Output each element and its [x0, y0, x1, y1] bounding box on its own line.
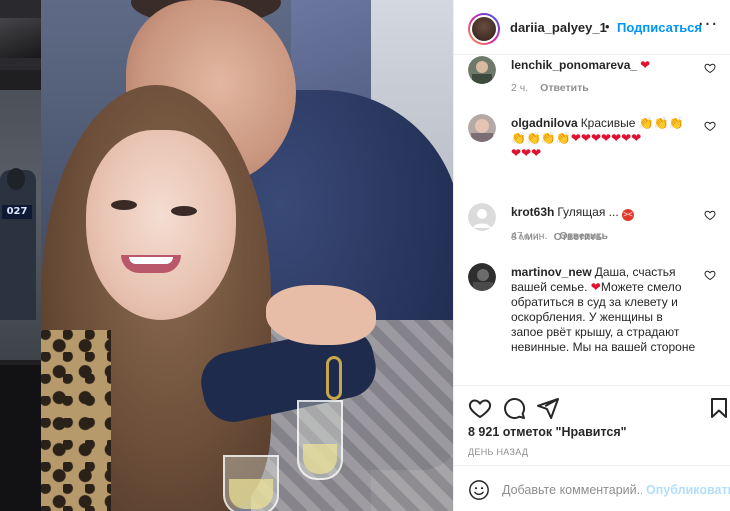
clap-emoji: 👏 — [525, 131, 541, 145]
comment-bubble-icon[interactable] — [502, 396, 526, 420]
clap-emoji: 👏 — [653, 116, 669, 130]
red-heart-emoji: ❤ — [601, 131, 612, 145]
post-header: dariia_palyey_1 • Подписаться ··· — [454, 0, 730, 55]
post-details-panel: dariia_palyey_1 • Подписаться ··· lenchi… — [453, 0, 730, 511]
comment-like-icon[interactable] — [704, 269, 716, 281]
photo-leopard-coat — [41, 330, 111, 511]
photo-woman-smile — [121, 255, 181, 273]
comment-input[interactable] — [502, 478, 642, 502]
commenter-avatar[interactable] — [468, 56, 496, 84]
red-heart-emoji: ❤ — [640, 58, 651, 72]
commenter-avatar[interactable] — [468, 203, 496, 231]
comment-username[interactable]: martinov_new — [511, 265, 592, 279]
comment-message: Красивые — [580, 116, 636, 130]
backdrop-bottom-image — [0, 365, 41, 511]
red-heart-emoji: ❤ — [611, 131, 622, 145]
comment-message: Гулящая ... — [557, 205, 619, 219]
post-actions: 8 921 отметок "Нравится" ДЕНЬ НАЗАД — [454, 385, 730, 465]
author-username[interactable]: dariia_palyey_1 — [510, 20, 607, 35]
reply-button[interactable]: Ответить — [540, 82, 589, 94]
comment-text: krot63h Гулящая ... >< — [511, 205, 701, 221]
follow-button[interactable]: Подписаться — [617, 20, 702, 35]
reply-button[interactable]: Ответить — [554, 231, 603, 243]
clap-emoji: 👏 — [555, 131, 571, 145]
comment-like-icon[interactable] — [704, 62, 716, 74]
smiley-icon[interactable] — [468, 479, 490, 501]
likes-count[interactable]: 8 921 отметок "Нравится" — [468, 425, 627, 439]
red-heart-emoji: ❤ — [590, 131, 601, 145]
comment-meta: 8 мин. Ответить — [511, 231, 614, 243]
comment-like-icon[interactable] — [704, 120, 716, 132]
comment-text: olgadnilova Красивые 👏👏👏 👏👏👏👏❤❤❤❤❤❤❤ ❤❤❤ — [511, 116, 701, 161]
clap-emoji: 👏 — [668, 116, 684, 130]
publish-button[interactable]: Опубликовать — [646, 483, 730, 497]
photo-woman-eye-left — [111, 200, 137, 210]
comment-text: lenchik_ponomareva_ ❤ — [511, 58, 701, 73]
comment-meta: 2 ч. Ответить — [511, 82, 601, 94]
comment-username[interactable]: krot63h — [511, 205, 554, 219]
photo-glass-back — [297, 400, 343, 480]
clap-emoji: 👏 — [511, 131, 526, 145]
post-photo[interactable] — [41, 0, 453, 511]
backdrop-person — [0, 170, 36, 320]
red-heart-emoji: ❤ — [521, 146, 532, 160]
red-heart-emoji: ❤ — [570, 131, 581, 145]
photo-glass-front — [223, 455, 279, 511]
paper-plane-icon[interactable] — [536, 396, 560, 420]
heart-outline-icon[interactable] — [468, 396, 492, 420]
comment-username[interactable]: olgadnilova — [511, 116, 578, 130]
comments-list[interactable]: lenchik_ponomareva_ ❤ 2 ч. Ответить olgadn… — [454, 56, 730, 385]
red-heart-emoji: ❤ — [621, 131, 632, 145]
comment-text: martinov_new Даша, счастья вашей семье. ❤… — [511, 265, 696, 355]
comment-time: 2 ч. — [511, 82, 529, 94]
more-horizontal-icon[interactable]: ··· — [694, 14, 722, 38]
red-heart-emoji: ❤ — [511, 146, 522, 160]
comment-time: 8 мин. — [511, 231, 542, 243]
backdrop-person-head — [7, 168, 25, 190]
photo-woman-face — [86, 130, 236, 320]
author-avatar[interactable] — [468, 13, 500, 45]
header-separator: • — [605, 19, 610, 34]
previous-post-backdrop: 027 — [0, 0, 41, 511]
photo-woman-eye-right — [171, 206, 197, 216]
post-date[interactable]: ДЕНЬ НАЗАД — [468, 447, 528, 457]
comment-username[interactable]: lenchik_ponomareva_ — [511, 58, 637, 72]
red-heart-emoji: ❤ — [531, 146, 542, 160]
commenter-avatar[interactable] — [468, 263, 496, 291]
backdrop-badge: 027 — [2, 205, 32, 219]
angry-face-emoji: >< — [622, 209, 635, 221]
red-heart-emoji: ❤ — [590, 280, 601, 294]
red-heart-emoji: ❤ — [580, 131, 591, 145]
photo-hand — [266, 285, 376, 345]
comment-like-icon[interactable] — [704, 209, 716, 221]
add-comment-bar: Опубликовать — [454, 465, 730, 511]
clap-emoji: 👏 — [540, 131, 556, 145]
red-heart-emoji: ❤ — [631, 131, 642, 145]
backdrop-top-image — [0, 0, 41, 70]
photo-bracelet — [326, 356, 342, 400]
clap-emoji: 👏 — [638, 116, 654, 130]
commenter-avatar[interactable] — [468, 114, 496, 142]
bookmark-icon[interactable] — [707, 396, 730, 420]
